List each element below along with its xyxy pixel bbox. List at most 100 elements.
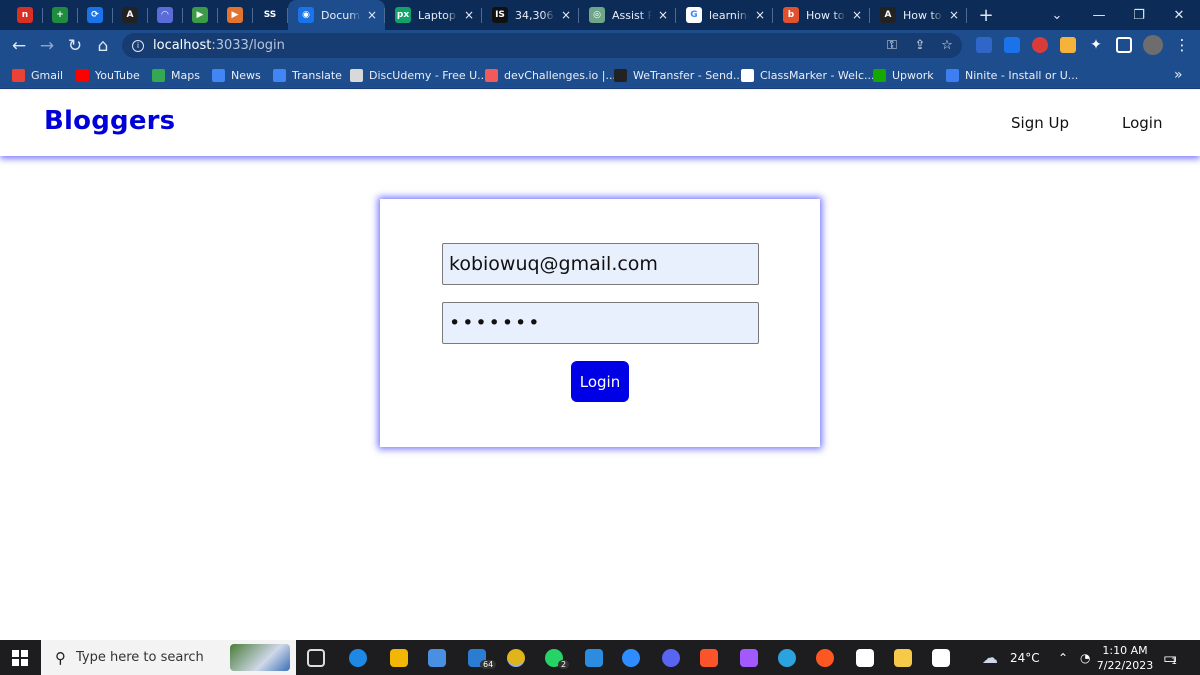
bookmark-favicon-icon: [946, 68, 959, 82]
login-button[interactable]: Login: [571, 361, 629, 402]
browser-tab[interactable]: ▶: [218, 0, 253, 30]
browser-tab[interactable]: A How to I ×: [870, 0, 967, 30]
browser-tab[interactable]: +: [43, 0, 78, 30]
browser-tab[interactable]: IS 34,306 S ×: [482, 0, 579, 30]
tab-title: Documer: [321, 8, 361, 22]
figma-icon[interactable]: [740, 649, 758, 667]
taskbar-search-box[interactable]: ⚲ Type here to search: [41, 640, 296, 675]
postman-icon[interactable]: [816, 649, 834, 667]
login-form: Login: [380, 199, 820, 447]
windows-start-icon[interactable]: [12, 650, 28, 666]
brand-logo[interactable]: Bloggers: [44, 106, 175, 136]
clock-date: 7/22/2023: [1096, 659, 1154, 672]
browser-tab[interactable]: ◠: [148, 0, 183, 30]
download-icon[interactable]: [1004, 37, 1020, 53]
browser-tab[interactable]: b How to S ×: [773, 0, 870, 30]
tab-close-icon[interactable]: ×: [464, 8, 474, 22]
chrome-menu-icon[interactable]: ⋮: [1174, 37, 1190, 53]
zoom-icon[interactable]: [622, 649, 640, 667]
notification-center-icon[interactable]: ▭ 1: [1163, 640, 1177, 675]
bookmark-item[interactable]: Ninite - Install or U...: [946, 61, 1078, 89]
tab-search-button[interactable]: ⌄: [1040, 0, 1074, 30]
extension-orange-icon[interactable]: [1060, 37, 1076, 53]
search-icon: ⚲: [55, 648, 66, 667]
back-icon[interactable]: ←: [8, 35, 30, 57]
brave-icon[interactable]: [700, 649, 718, 667]
edge-icon[interactable]: [349, 649, 367, 667]
tab-close-icon[interactable]: ×: [658, 8, 668, 22]
browser-tab[interactable]: ◎ Assist Re ×: [579, 0, 676, 30]
password-key-icon[interactable]: ⚿: [882, 33, 902, 58]
browser-tab[interactable]: A: [113, 0, 148, 30]
mongodb-compass-icon[interactable]: [932, 649, 950, 667]
bookmark-star-icon[interactable]: ☆: [937, 33, 957, 58]
bookmark-item[interactable]: Upwork: [873, 61, 934, 89]
chrome-taskbar-icon[interactable]: [507, 649, 525, 667]
restore-button[interactable]: ❐: [1122, 0, 1156, 30]
discord-icon[interactable]: [662, 649, 680, 667]
home-icon[interactable]: ⌂: [92, 35, 114, 57]
bookmarks-overflow-button[interactable]: »: [1174, 61, 1183, 89]
browser-tab[interactable]: ◉ Documer ×: [288, 0, 385, 30]
side-panel-icon[interactable]: [1116, 37, 1132, 53]
bookmark-item[interactable]: News: [212, 61, 261, 89]
bookmark-favicon-icon: [212, 68, 225, 82]
weather-widget[interactable]: ☁ 24°C: [982, 640, 1040, 675]
browser-tab-strip: n + ⟳ A ◠ ▶ ▶ SS ◉ Documer × px Laptop V × IS 34,306 S ×…: [0, 0, 1200, 30]
forward-icon[interactable]: →: [36, 35, 58, 57]
tab-favicon-icon: ▶: [192, 7, 208, 23]
page-viewport: Bloggers Sign Up Login Login: [0, 90, 1200, 640]
file-explorer-icon[interactable]: [390, 649, 408, 667]
password-field[interactable]: [442, 302, 759, 344]
browser-toolbar: ← → ↻ ⌂ i localhost:3033/login ⚿ ⇪ ☆: [0, 30, 1200, 61]
extensions-puzzle-icon[interactable]: ✦: [1088, 37, 1104, 53]
extension-doc-icon[interactable]: [976, 37, 992, 53]
minimize-button[interactable]: —: [1082, 0, 1116, 30]
url-host: localhost: [153, 38, 212, 53]
tab-favicon-icon: ⟳: [87, 7, 103, 23]
network-icon[interactable]: ◔: [1080, 640, 1090, 675]
bookmark-favicon-icon: [485, 68, 498, 82]
bookmark-item[interactable]: YouTube: [76, 61, 140, 89]
slack-icon[interactable]: [856, 649, 874, 667]
bookmark-item[interactable]: DiscUdemy - Free U...: [350, 61, 488, 89]
microsoft-store-icon[interactable]: [428, 649, 446, 667]
bookmark-item[interactable]: Gmail: [12, 61, 63, 89]
tab-close-icon[interactable]: ×: [852, 8, 862, 22]
bookmark-item[interactable]: devChallenges.io |...: [485, 61, 616, 89]
bookmark-item[interactable]: ClassMarker - Welc...: [741, 61, 875, 89]
bookmark-item[interactable]: Translate: [273, 61, 342, 89]
tab-favicon-icon: A: [122, 7, 138, 23]
task-view-icon[interactable]: [307, 649, 325, 667]
tab-close-icon[interactable]: ×: [755, 8, 765, 22]
bookmark-label: Upwork: [892, 68, 934, 82]
extension-red-icon[interactable]: [1032, 37, 1048, 53]
new-tab-button[interactable]: +: [969, 0, 1003, 30]
tab-close-icon[interactable]: ×: [561, 8, 571, 22]
reload-icon[interactable]: ↻: [64, 35, 86, 57]
email-field[interactable]: [442, 243, 759, 285]
telegram-icon[interactable]: [778, 649, 796, 667]
browser-tab[interactable]: ⟳: [78, 0, 113, 30]
tray-chevron-icon[interactable]: ⌃: [1058, 640, 1068, 675]
share-icon[interactable]: ⇪: [910, 33, 930, 58]
bookmark-item[interactable]: WeTransfer - Send...: [614, 61, 743, 89]
system-clock[interactable]: 1:10 AM 7/22/2023: [1096, 643, 1154, 673]
browser-tab[interactable]: ▶: [183, 0, 218, 30]
browser-tab[interactable]: px Laptop V ×: [385, 0, 482, 30]
browser-tab[interactable]: SS: [253, 0, 288, 30]
nav-signup-link[interactable]: Sign Up: [1011, 114, 1069, 132]
bookmark-favicon-icon: [614, 68, 627, 82]
browser-tab[interactable]: Glearning ×: [676, 0, 773, 30]
site-info-icon[interactable]: i: [132, 39, 144, 52]
address-bar[interactable]: i localhost:3033/login ⚿ ⇪ ☆: [122, 33, 962, 58]
tab-close-icon[interactable]: ×: [949, 8, 959, 22]
vscode-icon[interactable]: [585, 649, 603, 667]
tab-close-icon[interactable]: ×: [367, 8, 377, 22]
browser-tab[interactable]: n: [8, 0, 43, 30]
bookmark-item[interactable]: Maps: [152, 61, 200, 89]
nav-login-link[interactable]: Login: [1122, 114, 1162, 132]
close-window-button[interactable]: ✕: [1162, 0, 1196, 30]
profile-avatar[interactable]: [1143, 35, 1163, 55]
notes-icon[interactable]: [894, 649, 912, 667]
